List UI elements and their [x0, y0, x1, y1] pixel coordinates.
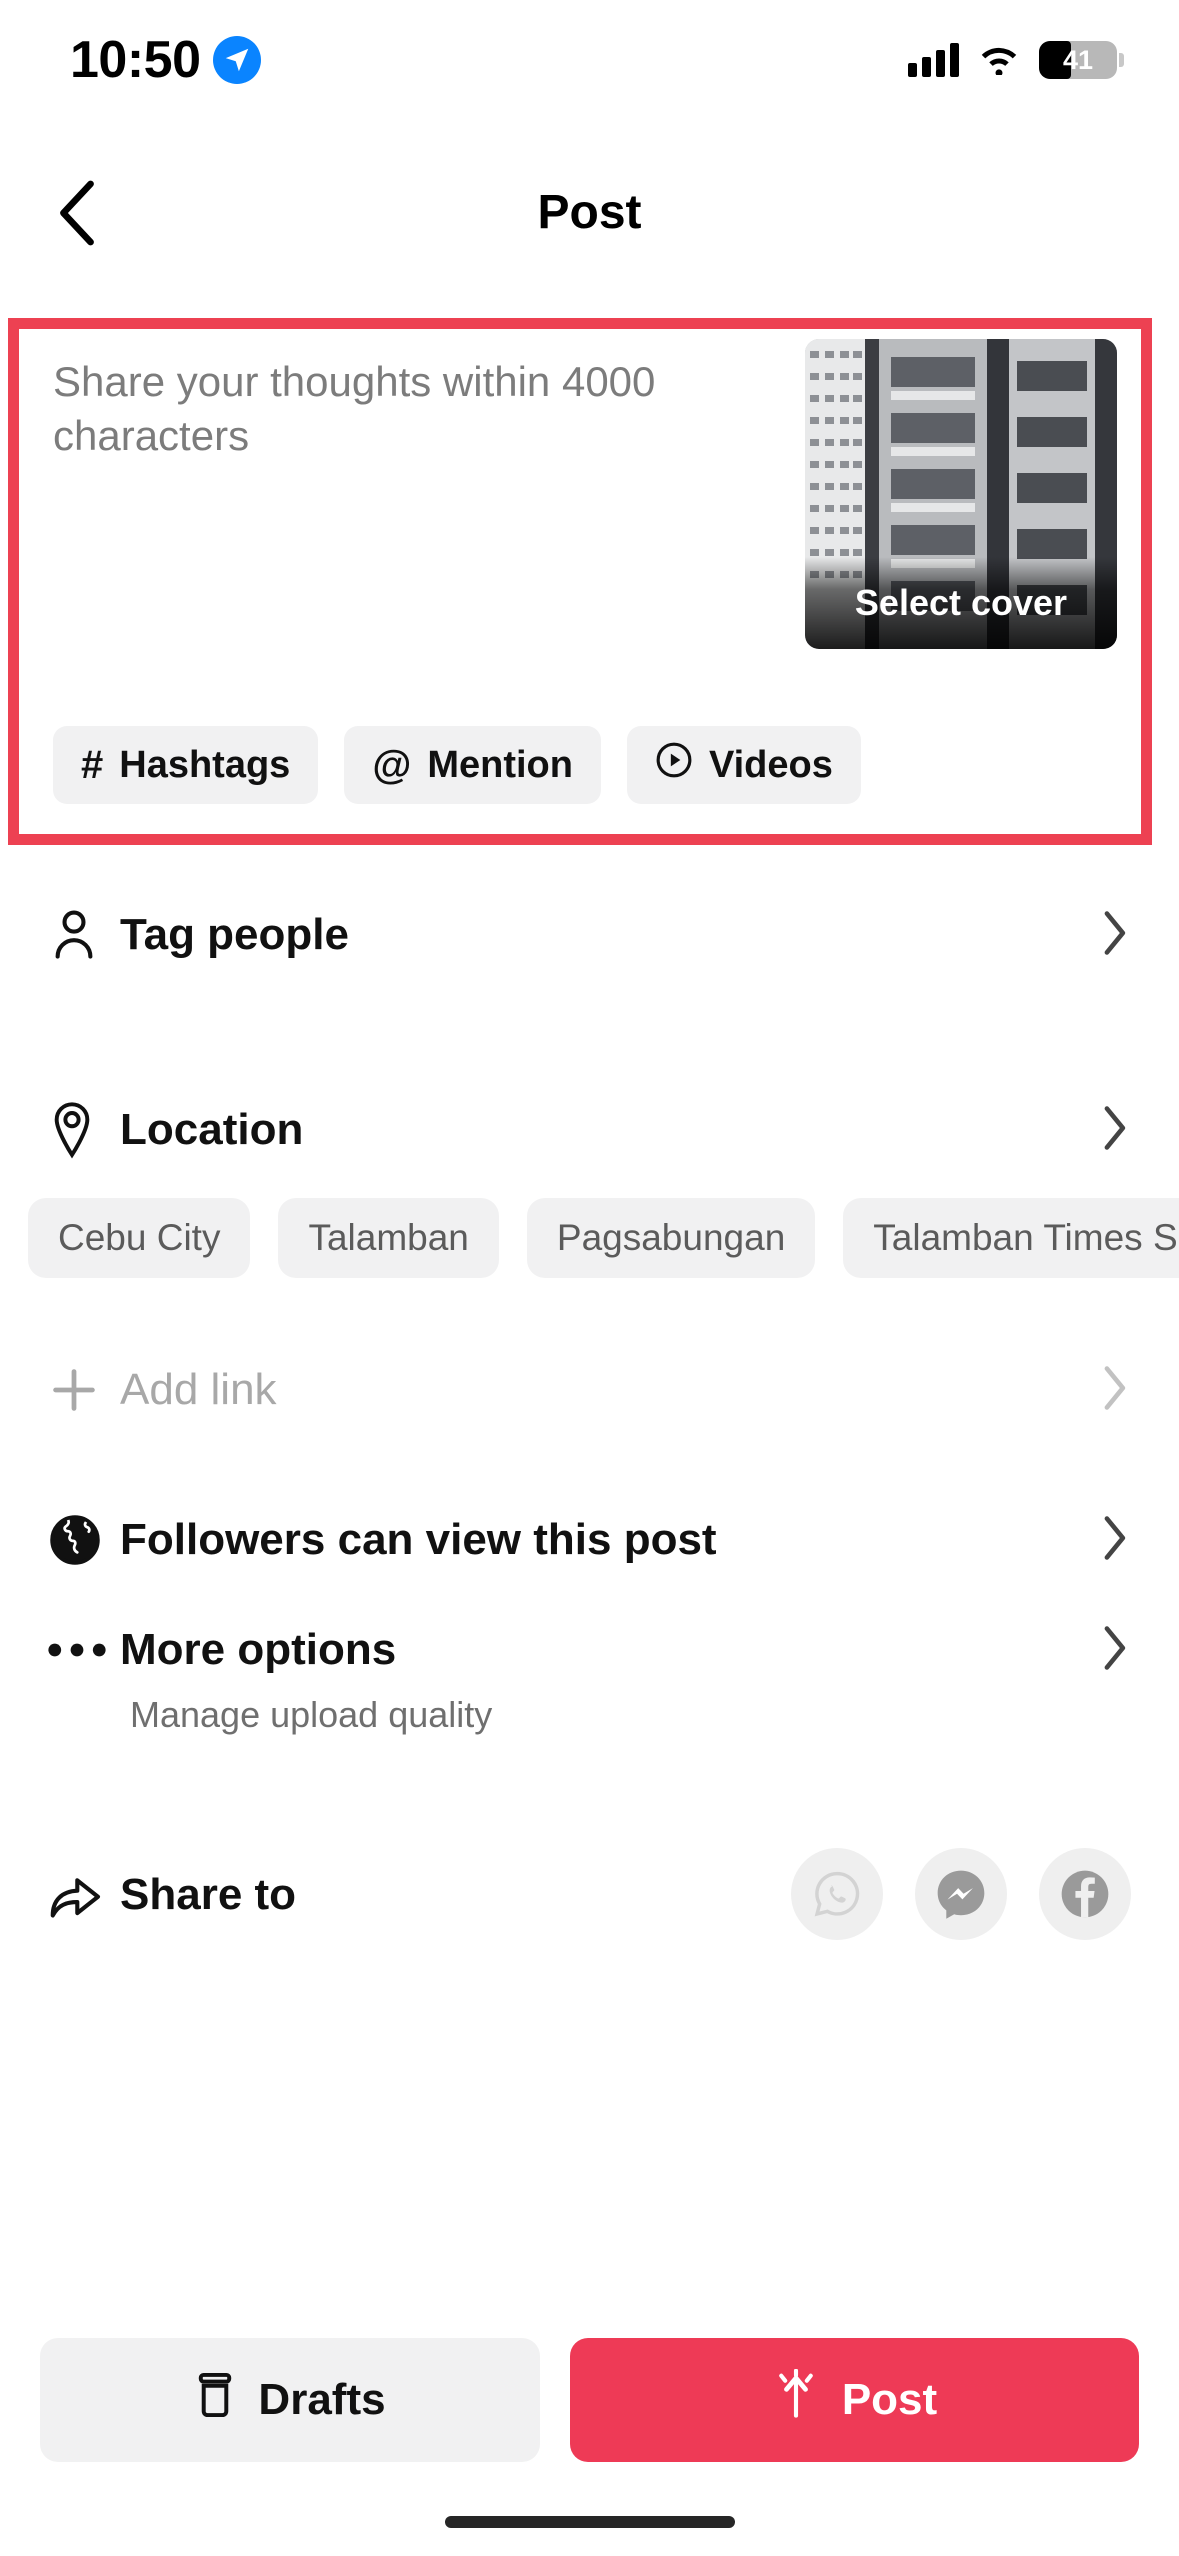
- videos-play-icon: [655, 741, 693, 789]
- chevron-right-icon: [1101, 1625, 1127, 1676]
- chevron-right-icon: [1101, 910, 1127, 961]
- mention-chip-label: Mention: [427, 744, 573, 787]
- wifi-icon: [977, 41, 1021, 80]
- chevron-right-icon: [1101, 1365, 1127, 1416]
- globe-icon: [48, 1513, 120, 1567]
- caption-editor-area[interactable]: Share your thoughts within 4000 characte…: [19, 329, 1141, 834]
- drafts-button-label: Drafts: [258, 2375, 385, 2425]
- back-chevron-icon: [57, 180, 97, 246]
- row-tag-people-label: Tag people: [120, 910, 1101, 960]
- page-title: Post: [537, 185, 641, 240]
- caption-input[interactable]: Share your thoughts within 4000 characte…: [53, 355, 733, 463]
- row-privacy-label: Followers can view this post: [120, 1515, 1101, 1565]
- facebook-icon[interactable]: [1039, 1848, 1131, 1940]
- videos-chip[interactable]: Videos: [627, 726, 861, 804]
- plus-icon: [48, 1364, 120, 1416]
- row-more-options[interactable]: More options: [0, 1600, 1179, 1700]
- drafts-archive-icon: [194, 2372, 236, 2429]
- location-chip[interactable]: Pagsabungan: [527, 1198, 815, 1278]
- chevron-right-icon: [1101, 1515, 1127, 1566]
- back-button[interactable]: [42, 178, 112, 248]
- location-arrow-icon: [213, 36, 261, 84]
- row-privacy[interactable]: Followers can view this post: [0, 1490, 1179, 1590]
- row-add-link-label: Add link: [120, 1365, 1101, 1415]
- row-location-label: Location: [120, 1105, 1101, 1155]
- row-location[interactable]: Location: [0, 1080, 1179, 1180]
- cellular-signal-icon: [908, 43, 959, 77]
- chevron-right-icon: [1101, 1105, 1127, 1156]
- hashtag-icon: #: [81, 745, 103, 785]
- post-screen: 10:50 41 Pos: [0, 0, 1179, 2556]
- select-cover-label[interactable]: Select cover: [805, 557, 1117, 649]
- row-more-options-label: More options: [120, 1625, 1101, 1675]
- location-chip[interactable]: Talamban: [278, 1198, 498, 1278]
- battery-icon: 41: [1039, 41, 1117, 79]
- post-button-label: Post: [842, 2375, 937, 2425]
- location-chip[interactable]: Talamban Times Sq: [843, 1198, 1179, 1278]
- share-targets: [791, 1848, 1131, 1940]
- mention-icon: @: [372, 745, 411, 785]
- status-bar: 10:50 41: [0, 0, 1179, 120]
- post-button[interactable]: Post: [570, 2338, 1139, 2462]
- ellipsis-icon: [48, 1640, 120, 1660]
- home-indicator: [445, 2516, 735, 2528]
- row-tag-people[interactable]: Tag people: [0, 885, 1179, 985]
- post-upload-icon: [772, 2369, 820, 2432]
- status-time: 10:50: [70, 34, 201, 86]
- status-bar-left: 10:50: [70, 34, 261, 86]
- row-more-options-sublabel: Manage upload quality: [130, 1694, 492, 1736]
- person-icon: [48, 907, 120, 963]
- hashtags-chip-label: Hashtags: [119, 744, 290, 787]
- whatsapp-icon[interactable]: [791, 1848, 883, 1940]
- row-add-link[interactable]: Add link: [0, 1340, 1179, 1440]
- videos-chip-label: Videos: [709, 744, 833, 787]
- location-chip[interactable]: Cebu City: [28, 1198, 250, 1278]
- messenger-icon[interactable]: [915, 1848, 1007, 1940]
- drafts-button[interactable]: Drafts: [40, 2338, 540, 2462]
- status-bar-right: 41: [908, 41, 1117, 80]
- location-suggestions: Cebu City Talamban Pagsabungan Talamban …: [0, 1193, 1179, 1283]
- battery-percent: 41: [1039, 41, 1117, 79]
- page-header: Post: [0, 120, 1179, 305]
- mention-chip[interactable]: @ Mention: [344, 726, 601, 804]
- location-pin-icon: [48, 1101, 120, 1159]
- hashtags-chip[interactable]: # Hashtags: [53, 726, 318, 804]
- caption-chip-row: # Hashtags @ Mention Videos: [53, 726, 861, 804]
- share-arrow-icon: [48, 1870, 120, 1920]
- cover-thumbnail[interactable]: Select cover: [805, 339, 1117, 649]
